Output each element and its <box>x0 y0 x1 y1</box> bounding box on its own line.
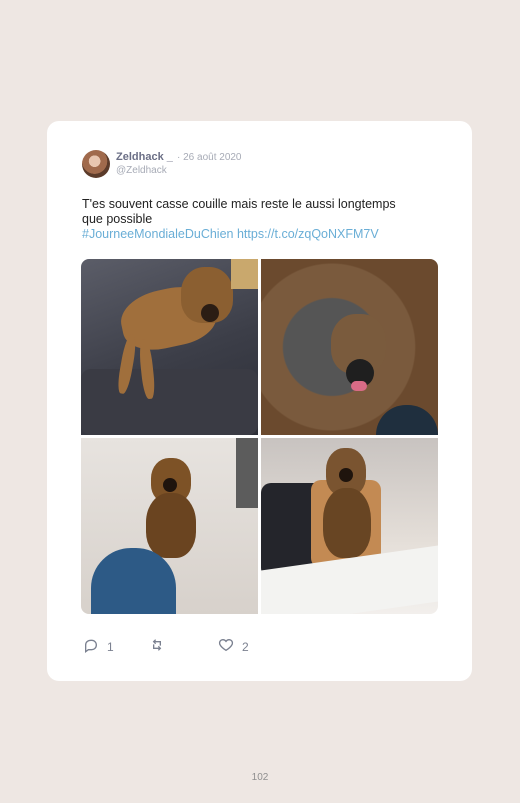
tweet-text-line-1: T'es souvent casse couille mais reste le… <box>82 197 396 211</box>
tweet-actions: 1 2 <box>83 637 283 657</box>
tweet-text-line-2: que possible <box>82 212 153 226</box>
hashtag-link[interactable]: #JourneeMondialeDuChien <box>82 227 234 241</box>
author-handle[interactable]: @Zeldhack <box>116 165 167 176</box>
tweet-links: #JourneeMondialeDuChien https://t.co/zqQ… <box>82 227 442 242</box>
photo-4[interactable] <box>261 438 438 614</box>
heart-icon <box>218 637 234 656</box>
tweet-card: Zeldhack _ · 26 août 2020 @Zeldhack T'es… <box>47 121 472 681</box>
like-action[interactable]: 2 <box>218 637 249 656</box>
page-number: 102 <box>251 772 269 783</box>
reply-action[interactable]: 1 <box>83 637 114 656</box>
tweet-date[interactable]: · 26 août 2020 <box>177 152 242 163</box>
avatar[interactable] <box>82 150 110 178</box>
author-name[interactable]: Zeldhack _ <box>116 151 173 163</box>
like-count: 2 <box>242 639 249 654</box>
photo-1[interactable] <box>81 259 258 435</box>
reply-count: 1 <box>107 639 114 654</box>
photo-2[interactable] <box>261 259 438 435</box>
retweet-icon <box>149 637 165 656</box>
tweet-text: T'es souvent casse couille mais reste le… <box>82 197 442 242</box>
photo-grid <box>81 259 438 614</box>
reply-icon <box>83 637 99 656</box>
photo-3[interactable] <box>81 438 258 614</box>
url-link[interactable]: https://t.co/zqQoNXFM7V <box>237 227 379 241</box>
retweet-action[interactable] <box>149 637 165 656</box>
